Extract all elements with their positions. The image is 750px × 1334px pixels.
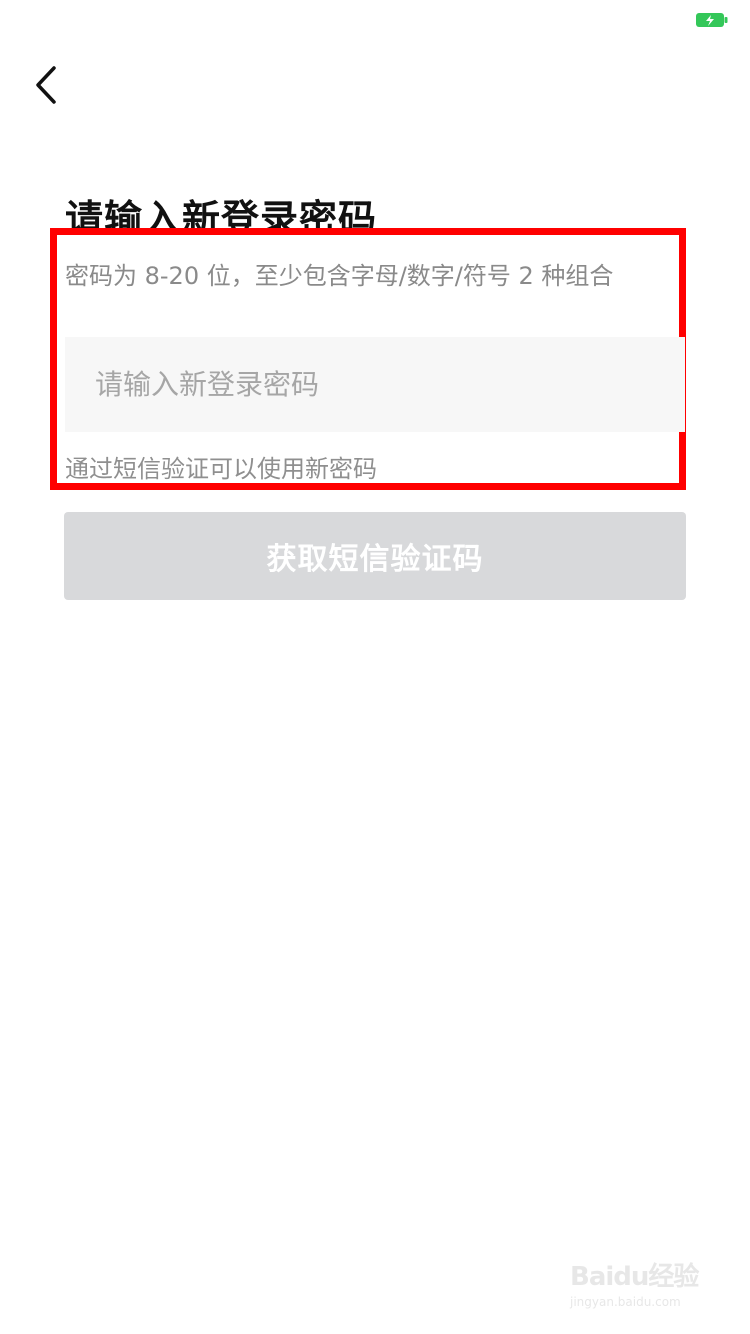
watermark-url: jingyan.baidu.com <box>570 1295 681 1309</box>
get-sms-code-label: 获取短信验证码 <box>266 542 484 577</box>
battery-charging-icon <box>696 12 728 28</box>
watermark-logo: Baidu经验 <box>570 1262 699 1292</box>
get-sms-code-button[interactable]: 获取短信验证码 <box>64 512 686 600</box>
back-button[interactable] <box>30 60 70 110</box>
password-hint: 密码为 8-20 位，至少包含字母/数字/符号 2 种组合 <box>65 262 614 290</box>
chevron-left-icon <box>36 66 56 104</box>
new-password-input[interactable] <box>65 337 685 432</box>
watermark: Baidu经验 jingyan.baidu.com <box>570 1256 710 1316</box>
sms-hint: 通过短信验证可以使用新密码 <box>65 455 377 483</box>
